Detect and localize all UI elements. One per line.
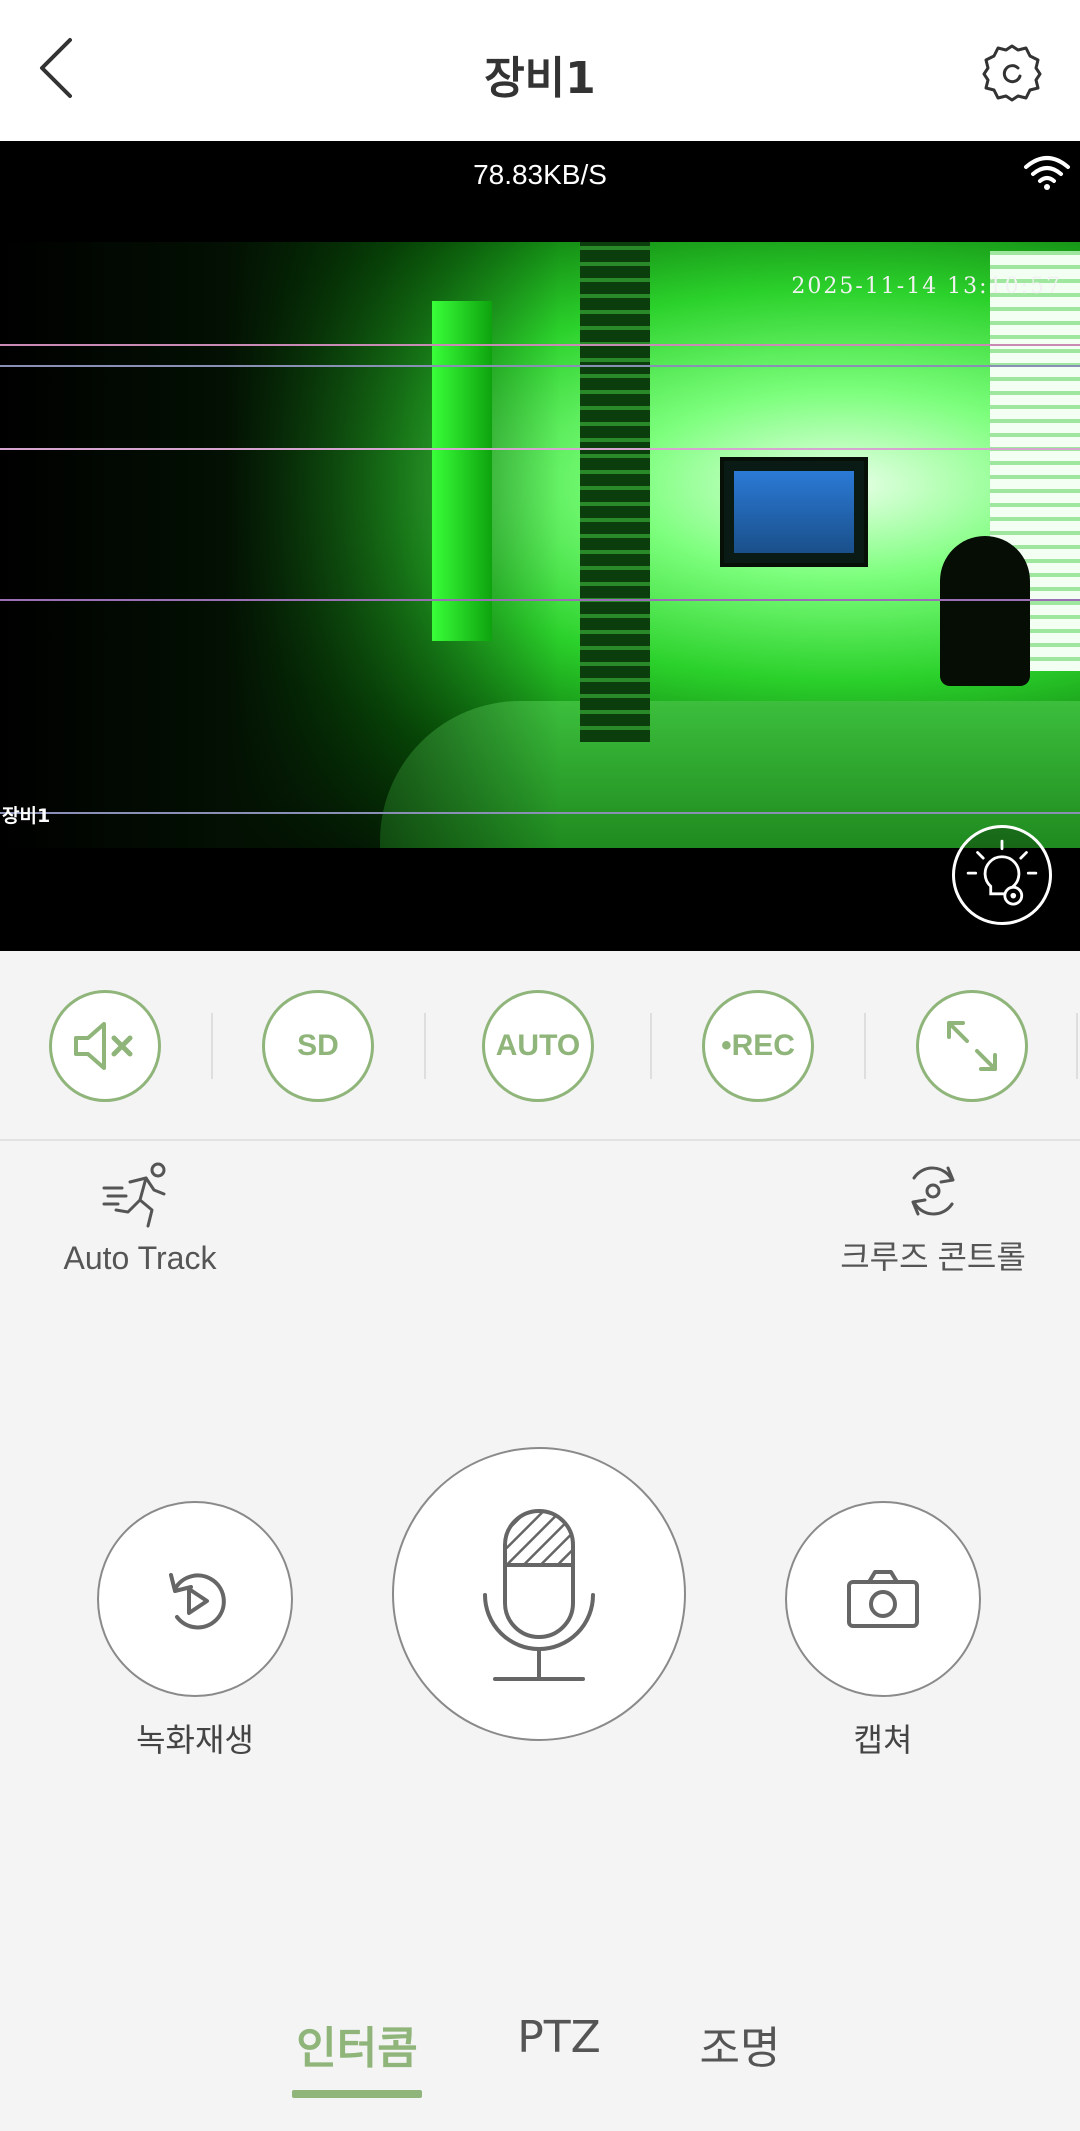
controls-divider xyxy=(424,1013,426,1079)
replay-icon xyxy=(169,1573,226,1630)
auto-track-label: Auto Track xyxy=(63,1240,217,1276)
light-settings-button[interactable] xyxy=(952,825,1052,925)
video-timestamp: 2025-11-14 13:10:57 xyxy=(791,274,1062,299)
tab-lighting-label: 조명 xyxy=(699,2023,781,2074)
mute-button[interactable] xyxy=(49,990,161,1102)
tab-lighting[interactable]: 조명 xyxy=(690,2012,790,2076)
bitrate-readout: 78.83KB/S xyxy=(473,159,607,190)
microphone-button[interactable] xyxy=(392,1447,686,1741)
camera-video-feed[interactable]: 78.83KB/S 2025-11-14 13:10:57 장비1 xyxy=(0,141,1080,951)
running-person-icon xyxy=(102,1162,166,1228)
video-scanline xyxy=(0,344,1080,346)
auto-track-button[interactable]: Auto Track xyxy=(56,1160,224,1277)
video-scanline xyxy=(0,448,1080,450)
playback-label: 녹화재생 xyxy=(136,1721,254,1759)
record-button[interactable]: •REC xyxy=(702,990,814,1102)
cruise-rotate-icon xyxy=(911,1166,955,1216)
video-scanline xyxy=(0,812,1080,814)
page-title: 장비1 xyxy=(484,53,596,104)
tab-intercom[interactable]: 인터콤 xyxy=(292,2012,422,2098)
light-settings-icon xyxy=(966,839,1038,906)
controls-divider xyxy=(650,1013,652,1079)
video-scanline xyxy=(0,365,1080,367)
speaker-muted-icon xyxy=(74,1022,133,1070)
controls-divider xyxy=(211,1013,213,1079)
microphone-icon xyxy=(483,1509,595,1681)
settings-button[interactable] xyxy=(980,40,1044,104)
app-header: 장비1 xyxy=(0,0,1080,141)
cruise-control-label: 크루즈 콘트롤 xyxy=(840,1239,1026,1275)
tab-ptz-label: PTZ xyxy=(517,2012,601,2063)
cruise-control-button[interactable]: 크루즈 콘트롤 xyxy=(836,1160,1030,1278)
controls-bar: SD AUTO •REC xyxy=(0,951,1080,1141)
gear-icon xyxy=(982,44,1042,102)
video-brick-wall xyxy=(580,242,650,742)
capture-button[interactable] xyxy=(785,1501,981,1697)
wifi-icon xyxy=(1024,156,1070,190)
camera-icon xyxy=(847,1570,919,1628)
quality-sd-button[interactable]: SD xyxy=(262,990,374,1102)
video-device-name: 장비1 xyxy=(2,805,51,827)
fullscreen-button[interactable] xyxy=(916,990,1028,1102)
video-tv xyxy=(720,457,868,567)
expand-icon xyxy=(947,1021,997,1071)
controls-divider xyxy=(864,1013,866,1079)
video-scanline xyxy=(0,599,1080,601)
tab-intercom-label: 인터콤 xyxy=(296,2023,418,2074)
playback-button[interactable] xyxy=(97,1501,293,1697)
video-door xyxy=(432,301,492,641)
active-tab-indicator xyxy=(292,2090,422,2098)
tab-ptz[interactable]: PTZ xyxy=(500,2012,618,2063)
auto-mode-button[interactable]: AUTO xyxy=(482,990,594,1102)
video-person xyxy=(940,536,1030,686)
capture-label: 캡쳐 xyxy=(853,1721,913,1759)
controls-divider xyxy=(1076,1013,1078,1079)
